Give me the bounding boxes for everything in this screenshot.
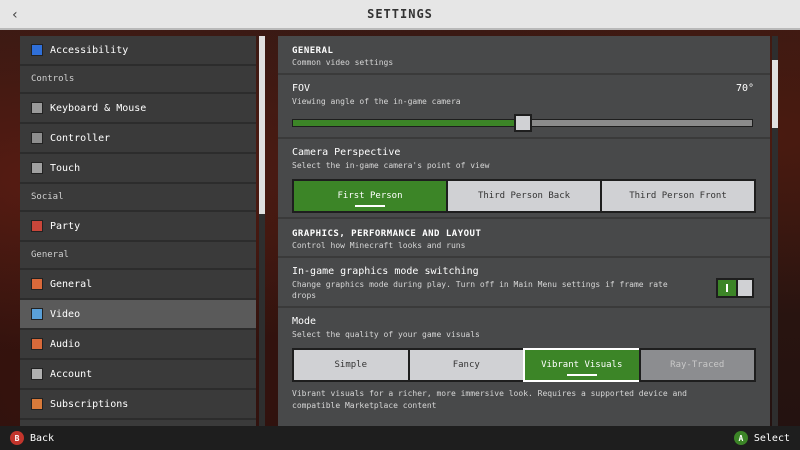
- camera-perspective-description: Select the in-game camera's point of vie…: [292, 161, 490, 170]
- sidebar-item-label: Party: [50, 220, 81, 232]
- sidebar-item-label: Accessibility: [50, 44, 129, 56]
- toggle-knob: [736, 280, 752, 296]
- graphics-group-subtitle: Control how Minecraft looks and runs: [292, 241, 466, 250]
- main-scrollbar-thumb[interactable]: [772, 60, 778, 128]
- sidebar-item-label: Audio: [50, 338, 81, 350]
- general-icon: [31, 278, 43, 290]
- fov-slider-fill: [293, 120, 523, 126]
- fancy-mode-button[interactable]: Fancy: [407, 348, 525, 382]
- account-icon: [31, 368, 43, 380]
- sidebar-scrollbar-thumb[interactable]: [259, 36, 265, 214]
- simple-mode-button[interactable]: Simple: [292, 348, 410, 382]
- sidebar-item-accessibility[interactable]: Accessibility: [20, 36, 256, 66]
- general-group-header: GENERAL Common video settings: [278, 36, 770, 73]
- sidebar-section-social: Social: [20, 184, 256, 212]
- sidebar-item-party[interactable]: Party: [20, 212, 256, 242]
- sidebar-item-video[interactable]: Video: [20, 300, 256, 330]
- graphics-switching-setting: In-game graphics mode switching Change g…: [278, 256, 770, 306]
- select-hint-label: Select: [753, 432, 790, 444]
- vibrant-visuals-button[interactable]: Vibrant Visuals: [523, 348, 641, 382]
- mode-setting: Mode Select the quality of your game vis…: [278, 306, 770, 416]
- sidebar-item-label: Account: [50, 368, 93, 380]
- fov-setting: FOV Viewing angle of the in-game camera …: [278, 73, 770, 137]
- mode-selector: Simple Fancy Vibrant Visuals Ray-Traced: [292, 348, 756, 382]
- graphics-switching-toggle[interactable]: [716, 278, 754, 298]
- mode-title: Mode: [292, 316, 317, 327]
- sidebar-item-label: Touch: [50, 162, 81, 174]
- b-button-icon: B: [10, 431, 24, 445]
- sidebar-item-controller[interactable]: Controller: [20, 124, 256, 154]
- header-bar: ‹ SETTINGS: [0, 0, 800, 30]
- fov-value: 70°: [735, 83, 754, 94]
- sidebar-item-general[interactable]: General: [20, 270, 256, 300]
- ray-traced-button: Ray-Traced: [638, 348, 756, 382]
- third-person-front-button[interactable]: Third Person Front: [600, 179, 756, 213]
- sidebar-section-general: General: [20, 242, 256, 270]
- audio-icon: [31, 338, 43, 350]
- sidebar-item-label: General: [50, 278, 93, 290]
- camera-perspective-title: Camera Perspective: [292, 147, 401, 158]
- a-button-icon: A: [733, 431, 748, 445]
- settings-sidebar: Accessibility Controls Keyboard & Mouse …: [20, 36, 256, 426]
- video-settings-panel: GENERAL Common video settings FOV Viewin…: [278, 36, 770, 426]
- sidebar-item-subscriptions[interactable]: Subscriptions: [20, 390, 256, 420]
- bottom-hint-bar: B Back A Select: [0, 426, 800, 450]
- mode-description: Select the quality of your game visuals: [292, 330, 480, 339]
- main-scrollbar[interactable]: [772, 36, 778, 426]
- sidebar-item-keyboard-mouse[interactable]: Keyboard & Mouse: [20, 94, 256, 124]
- keyboard-icon: [31, 102, 43, 114]
- touch-icon: [31, 162, 43, 174]
- fov-title: FOV: [292, 83, 311, 94]
- sidebar-item-touch[interactable]: Touch: [20, 154, 256, 184]
- sidebar-item-audio[interactable]: Audio: [20, 330, 256, 360]
- graphics-switching-description: Change graphics mode during play. Turn o…: [292, 280, 668, 300]
- mode-footnote: Vibrant visuals for a richer, more immer…: [292, 389, 687, 410]
- controller-icon: [31, 132, 43, 144]
- sidebar-section-controls: Controls: [20, 66, 256, 94]
- sidebar-scrollbar[interactable]: [259, 36, 265, 426]
- back-hint-label: Back: [30, 432, 55, 444]
- party-icon: [31, 220, 43, 232]
- graphics-group-title: GRAPHICS, PERFORMANCE AND LAYOUT: [292, 229, 482, 239]
- fov-description: Viewing angle of the in-game camera: [292, 97, 461, 106]
- back-hint[interactable]: B Back: [10, 431, 54, 445]
- toggle-on-icon: [718, 280, 736, 296]
- third-person-back-button[interactable]: Third Person Back: [446, 179, 602, 213]
- sidebar-item-account[interactable]: Account: [20, 360, 256, 390]
- sidebar-item-label: Controller: [50, 132, 111, 144]
- fov-slider-handle[interactable]: [513, 114, 532, 132]
- sidebar-item-label: Video: [50, 308, 81, 320]
- fov-slider[interactable]: [292, 114, 753, 132]
- graphics-switching-title: In-game graphics mode switching: [292, 266, 479, 277]
- back-chevron-icon[interactable]: ‹: [6, 6, 24, 24]
- graphics-group-header: GRAPHICS, PERFORMANCE AND LAYOUT Control…: [278, 217, 770, 256]
- subscriptions-icon: [31, 398, 43, 410]
- general-group-title: GENERAL: [292, 46, 334, 56]
- general-group-subtitle: Common video settings: [292, 58, 394, 67]
- first-person-button[interactable]: First Person: [292, 179, 448, 213]
- accessibility-icon: [31, 44, 43, 56]
- sidebar-item-label: Subscriptions: [50, 398, 129, 410]
- camera-perspective-selector: First Person Third Person Back Third Per…: [292, 179, 756, 213]
- select-hint[interactable]: A Select: [733, 431, 790, 445]
- camera-perspective-setting: Camera Perspective Select the in-game ca…: [278, 137, 770, 217]
- video-icon: [31, 308, 43, 320]
- page-title: SETTINGS: [367, 7, 433, 21]
- sidebar-item-label: Keyboard & Mouse: [50, 102, 147, 114]
